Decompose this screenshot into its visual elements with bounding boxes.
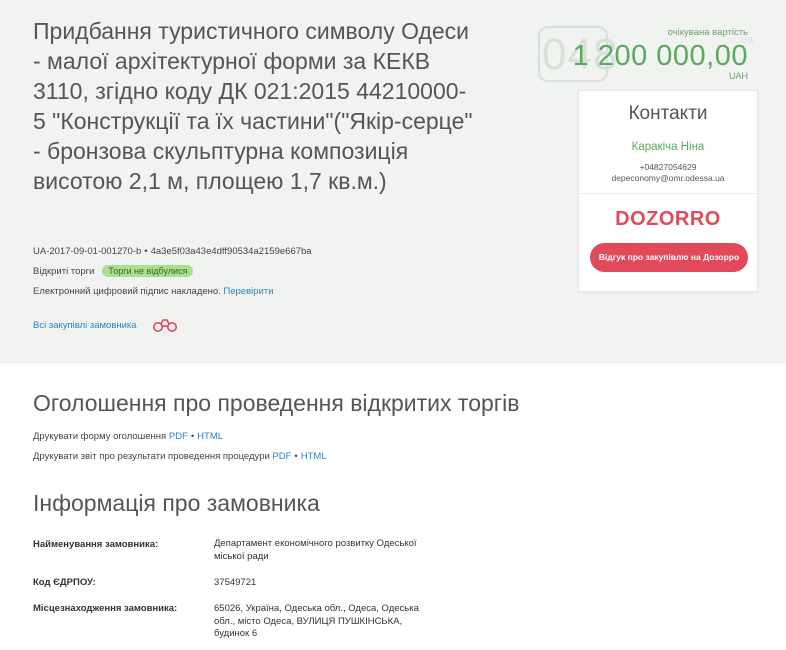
edrpou-label: Код ЄДРПОУ: — [33, 577, 96, 588]
print-form-html-link[interactable]: HTML — [197, 431, 223, 442]
customer-address-label: Місцезнаходження замовника: — [33, 603, 178, 614]
contact-phone: +04827054629 — [639, 162, 697, 172]
customer-name-label: Найменування замовника: — [33, 539, 159, 550]
contact-email: depeconomy@omr.odessa.ua — [611, 173, 725, 183]
contact-name: Каракіча Ніна — [631, 141, 705, 153]
procedure-type: Відкриті торги — [33, 265, 95, 277]
dozorro-feedback-button[interactable]: Відгук про закупівлю на Дозорро — [590, 243, 748, 272]
separator-dot: • — [190, 431, 195, 442]
card-divider — [579, 193, 757, 194]
edrpou-value: 37549721 — [214, 577, 257, 588]
print-form-row: Друкувати форму оголошення PDF • HTML — [33, 431, 223, 442]
all-purchases-row: Всі закупівлі замовника — [33, 318, 179, 332]
print-form-pdf-link[interactable]: PDF — [169, 431, 188, 442]
verify-signature-link[interactable]: Перевірити — [223, 286, 273, 297]
price-value: 1 200 000,00 — [572, 40, 748, 72]
signature-row: Електронний цифровий підпис накладено. П… — [33, 286, 274, 297]
customer-address-value: 65026, Україна, Одеська обл., Одеса, Оде… — [214, 603, 419, 639]
customer-info-title: Інформація про замовника — [33, 490, 320, 516]
announcement-title: Оголошення про проведення відкритих торг… — [33, 390, 520, 416]
signature-text: Електронний цифровий підпис накладено. — [33, 286, 221, 297]
price-currency: UAH — [728, 71, 748, 81]
contacts-card: Контакти Каракіча Ніна +04827054629 depe… — [578, 90, 758, 292]
tender-title: Придбання туристичного символу Одеси - м… — [33, 18, 473, 194]
contacts-title: Контакти — [628, 103, 708, 124]
customer-name-value: Департамент економічного розвитку Одеськ… — [214, 538, 417, 562]
print-report-pdf-link[interactable]: PDF — [272, 451, 291, 462]
status-badge: Торги не відбулися — [102, 265, 194, 277]
tender-hash: 4a3e5f03a43e4dff90534a2159e667ba — [150, 246, 312, 257]
print-report-html-link[interactable]: HTML — [301, 451, 327, 462]
all-purchases-link[interactable]: Всі закупівлі замовника — [33, 320, 137, 331]
binoculars-icon[interactable] — [151, 318, 179, 332]
tender-id-row: UA-2017-09-01-001270-b • 4a3e5f03a43e4dff9… — [33, 246, 312, 257]
separator-dot: • — [294, 451, 298, 462]
print-report-row: Друкувати звіт про результати проведення… — [33, 451, 327, 462]
print-report-label: Друкувати звіт про результати проведення… — [33, 451, 270, 462]
dozorro-logo: DOZORRO — [615, 208, 721, 230]
print-form-label: Друкувати форму оголошення — [33, 431, 167, 442]
separator-dot: • — [144, 246, 148, 257]
price-label: очікувана вартість — [667, 27, 748, 38]
tender-id: UA-2017-09-01-001270-b — [33, 246, 142, 257]
status-row: Відкриті торги Торги не відбулися — [33, 265, 194, 277]
